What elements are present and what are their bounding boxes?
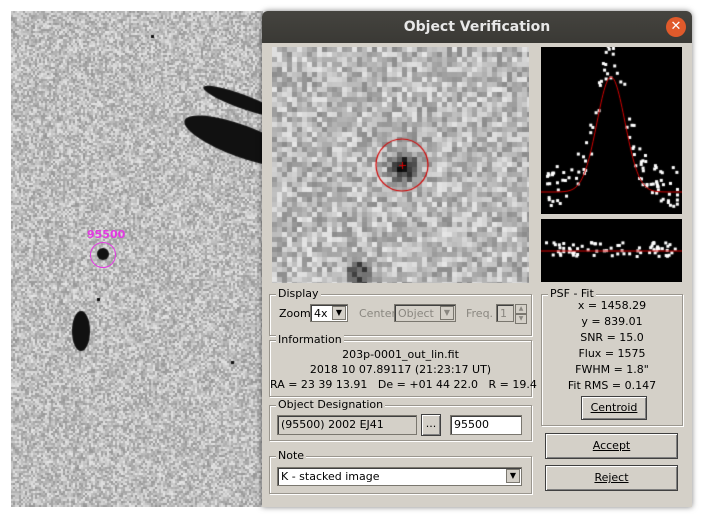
centroid-button[interactable]: Centroid	[581, 396, 647, 420]
info-coordinates: RA = 23 39 13.91 De = +01 44 22.0 R = 19…	[270, 378, 537, 391]
freq-input[interactable]: 1	[496, 304, 514, 322]
note-group-title: Note	[276, 449, 307, 462]
note-select[interactable]: K - stacked image ▼	[277, 467, 522, 486]
spin-down-icon[interactable]: ▼	[515, 314, 527, 324]
designation-name-field: (95500) 2002 EJ41	[277, 415, 417, 435]
zoom-select-value: 4x	[314, 307, 328, 320]
psf-residual-canvas	[541, 219, 682, 282]
object-label: 95500	[87, 228, 126, 241]
background-sky-image[interactable]: 95500	[11, 11, 263, 507]
display-group-title: Display	[276, 287, 321, 300]
info-datetime: 2018 10 07.89117 (21:23:17 UT)	[309, 363, 492, 376]
psf-flux: Flux = 1575	[578, 347, 646, 360]
psf-profile-canvas	[541, 47, 682, 214]
display-group: Display Zoom 4x ▼ Center Object ▼ Freq. …	[269, 287, 532, 336]
psf-x: x = 1458.29	[577, 299, 647, 312]
designation-number-input[interactable]: 95500	[450, 415, 522, 435]
reject-button[interactable]: Reject	[545, 465, 678, 491]
spin-up-icon[interactable]: ▲	[515, 304, 527, 314]
zoom-image-panel[interactable]	[272, 47, 529, 283]
object-designation-group: Object Designation (95500) 2002 EJ41 ...…	[269, 398, 532, 441]
window-title: Object Verification	[403, 19, 551, 35]
object-marker-circle	[90, 242, 116, 268]
chevron-down-icon[interactable]: ▼	[332, 306, 346, 320]
zoom-image-canvas	[272, 47, 529, 283]
freq-input-value: 1	[500, 307, 507, 320]
psf-y: y = 839.01	[581, 315, 643, 328]
window-titlebar[interactable]: Object Verification ✕	[262, 11, 692, 43]
center-select-value: Object	[398, 307, 434, 320]
freq-spinner[interactable]: ▲ ▼	[515, 304, 527, 324]
information-group: Information 203p-0001_out_lin.fit 2018 1…	[269, 333, 537, 397]
psf-profile-plot	[541, 47, 682, 214]
psf-fwhm: FWHM = 1.8"	[575, 363, 649, 376]
designation-name: (95500) 2002 EJ41	[281, 418, 384, 431]
info-filename: 203p-0001_out_lin.fit	[342, 348, 459, 361]
object-verification-window: Object Verification ✕ Display Zoom 4x ▼ …	[262, 11, 692, 507]
zoom-select[interactable]: 4x ▼	[310, 304, 348, 322]
close-icon[interactable]: ✕	[666, 17, 686, 37]
sky-image-canvas	[11, 11, 263, 507]
chevron-down-icon[interactable]: ▼	[506, 469, 520, 483]
designation-browse-button[interactable]: ...	[421, 414, 441, 436]
chevron-down-icon[interactable]: ▼	[440, 306, 454, 320]
designation-number: 95500	[454, 418, 489, 431]
information-group-title: Information	[276, 333, 344, 346]
psf-snr: SNR = 15.0	[580, 331, 644, 344]
zoom-label: Zoom	[279, 307, 311, 320]
center-label: Center	[359, 307, 397, 320]
freq-label: Freq.	[466, 307, 494, 320]
center-select[interactable]: Object ▼	[394, 304, 456, 322]
psf-residual-plot	[541, 219, 682, 282]
note-select-value: K - stacked image	[281, 470, 380, 483]
psf-fit-rms: Fit RMS = 0.147	[567, 379, 657, 392]
note-group: Note K - stacked image ▼	[269, 449, 532, 494]
designation-group-title: Object Designation	[276, 398, 386, 411]
accept-button[interactable]: Accept	[545, 433, 678, 459]
psf-fit-group: PSF - Fit x = 1458.29 y = 839.01 SNR = 1…	[541, 287, 683, 426]
